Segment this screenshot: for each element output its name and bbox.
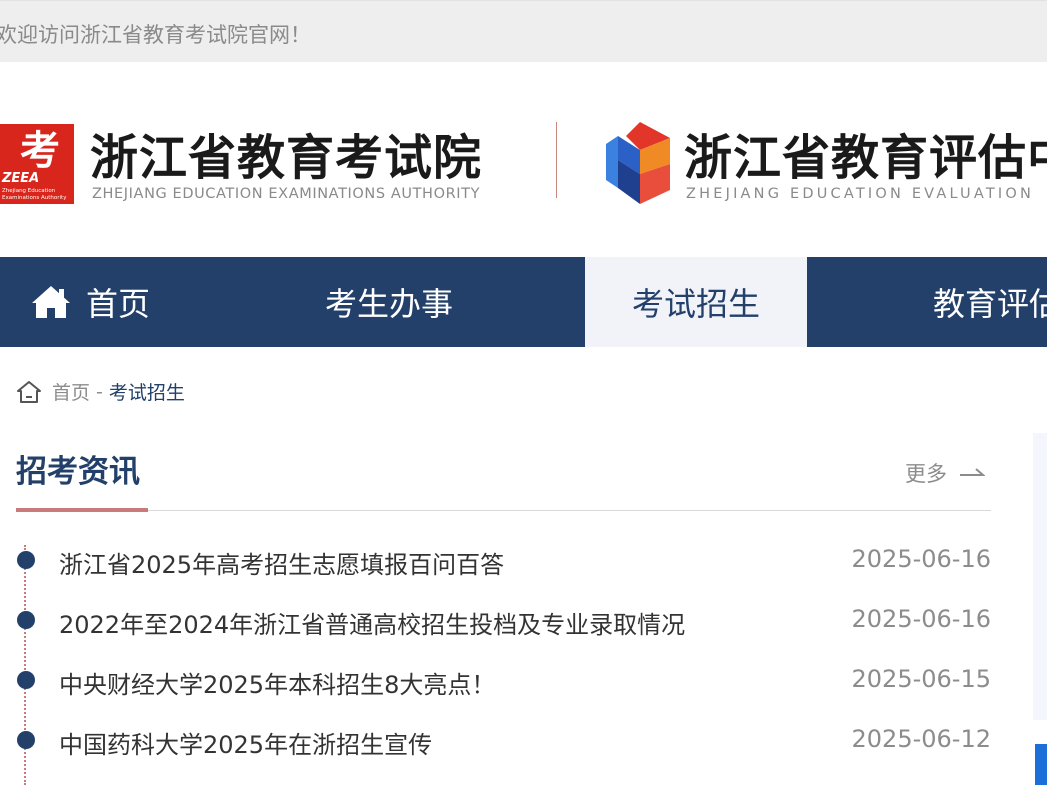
top-bar: 欢迎访问浙江省教育考试院官网！ bbox=[0, 0, 1047, 62]
list-item[interactable]: 中国药科大学2025年在浙招生宣传 2025-06-12 bbox=[16, 725, 991, 768]
section-divider bbox=[16, 510, 991, 511]
list-item[interactable]: 2022年至2024年浙江省普通高校招生投档及专业录取情况 2025-06-16 bbox=[16, 605, 991, 648]
breadcrumb-home-link[interactable]: 首页 bbox=[52, 378, 90, 405]
timeline-dot bbox=[17, 611, 35, 629]
nav-item-kaoshi-active[interactable]: 考试招生 bbox=[585, 257, 807, 347]
zeea-logo-sub2: Examinations Authority bbox=[2, 195, 67, 201]
nav-item-pingjia-label: 教育评估 bbox=[933, 285, 1047, 323]
news-date: 2025-06-16 bbox=[851, 545, 991, 573]
list-item[interactable]: 中央财经大学2025年本科招生8大亮点！ 2025-06-15 bbox=[16, 665, 991, 708]
news-date: 2025-06-12 bbox=[851, 725, 991, 753]
news-title-link[interactable]: 中央财经大学2025年本科招生8大亮点！ bbox=[59, 665, 495, 700]
news-date: 2025-06-16 bbox=[851, 605, 991, 633]
evaluation-logo-icon[interactable] bbox=[604, 122, 670, 204]
side-panel bbox=[1033, 433, 1047, 720]
news-title-link[interactable]: 2022年至2024年浙江省普通高校招生投档及专业录取情况 bbox=[59, 605, 685, 640]
main-nav: 首页 考生办事 考试招生 教育评估 bbox=[0, 257, 1047, 347]
breadcrumb: 首页 - 考试招生 bbox=[16, 378, 185, 405]
evaluation-title-en: ZHEJIANG EDUCATION EVALUATION bbox=[686, 186, 1035, 202]
arrow-right-icon bbox=[960, 468, 985, 476]
breadcrumb-home-icon[interactable] bbox=[16, 380, 42, 404]
zeea-title-en: ZHEJIANG EDUCATION EXAMINATIONS AUTHORIT… bbox=[92, 186, 481, 202]
timeline-dot bbox=[17, 731, 35, 749]
timeline-dot bbox=[17, 671, 35, 689]
breadcrumb-current[interactable]: 考试招生 bbox=[109, 378, 185, 405]
zeea-title-cn[interactable]: 浙江省教育考试院 bbox=[90, 118, 482, 188]
list-item[interactable]: 浙江省2025年高考招生志愿填报百问百答 2025-06-16 bbox=[16, 545, 991, 588]
nav-item-home[interactable]: 首页 bbox=[30, 257, 150, 347]
evaluation-title-cn[interactable]: 浙江省教育评估中 bbox=[684, 118, 1047, 188]
timeline-dot bbox=[17, 551, 35, 569]
section-title-underline bbox=[16, 508, 148, 512]
home-icon bbox=[32, 286, 70, 318]
nav-item-pingjia[interactable]: 教育评估 bbox=[933, 257, 1047, 347]
more-link-label: 更多 bbox=[905, 462, 947, 486]
news-title-link[interactable]: 中国药科大学2025年在浙招生宣传 bbox=[59, 725, 432, 760]
more-link[interactable]: 更多 bbox=[905, 458, 985, 488]
nav-item-kaosheng[interactable]: 考生办事 bbox=[325, 257, 453, 347]
nav-item-home-label: 首页 bbox=[86, 285, 151, 323]
zeea-logo-badge: ZEEA bbox=[1, 171, 39, 186]
nav-item-kaosheng-label: 考生办事 bbox=[325, 285, 454, 323]
news-date: 2025-06-15 bbox=[851, 665, 991, 693]
zeea-logo[interactable]: 考 ZEEA Zhejiang Education Examinations A… bbox=[0, 124, 74, 204]
section-title: 招考资讯 bbox=[16, 454, 140, 490]
breadcrumb-separator: - bbox=[96, 380, 103, 403]
nav-item-kaoshi-label: 考试招生 bbox=[631, 285, 760, 323]
zeea-logo-sub1: Zhejiang Education bbox=[2, 188, 56, 194]
news-title-link[interactable]: 浙江省2025年高考招生志愿填报百问百答 bbox=[59, 545, 504, 580]
side-button[interactable] bbox=[1035, 744, 1047, 785]
welcome-text: 欢迎访问浙江省教育考试院官网！ bbox=[0, 23, 311, 47]
logo-divider bbox=[556, 122, 557, 198]
zeea-logo-mark: 考 bbox=[20, 127, 60, 174]
